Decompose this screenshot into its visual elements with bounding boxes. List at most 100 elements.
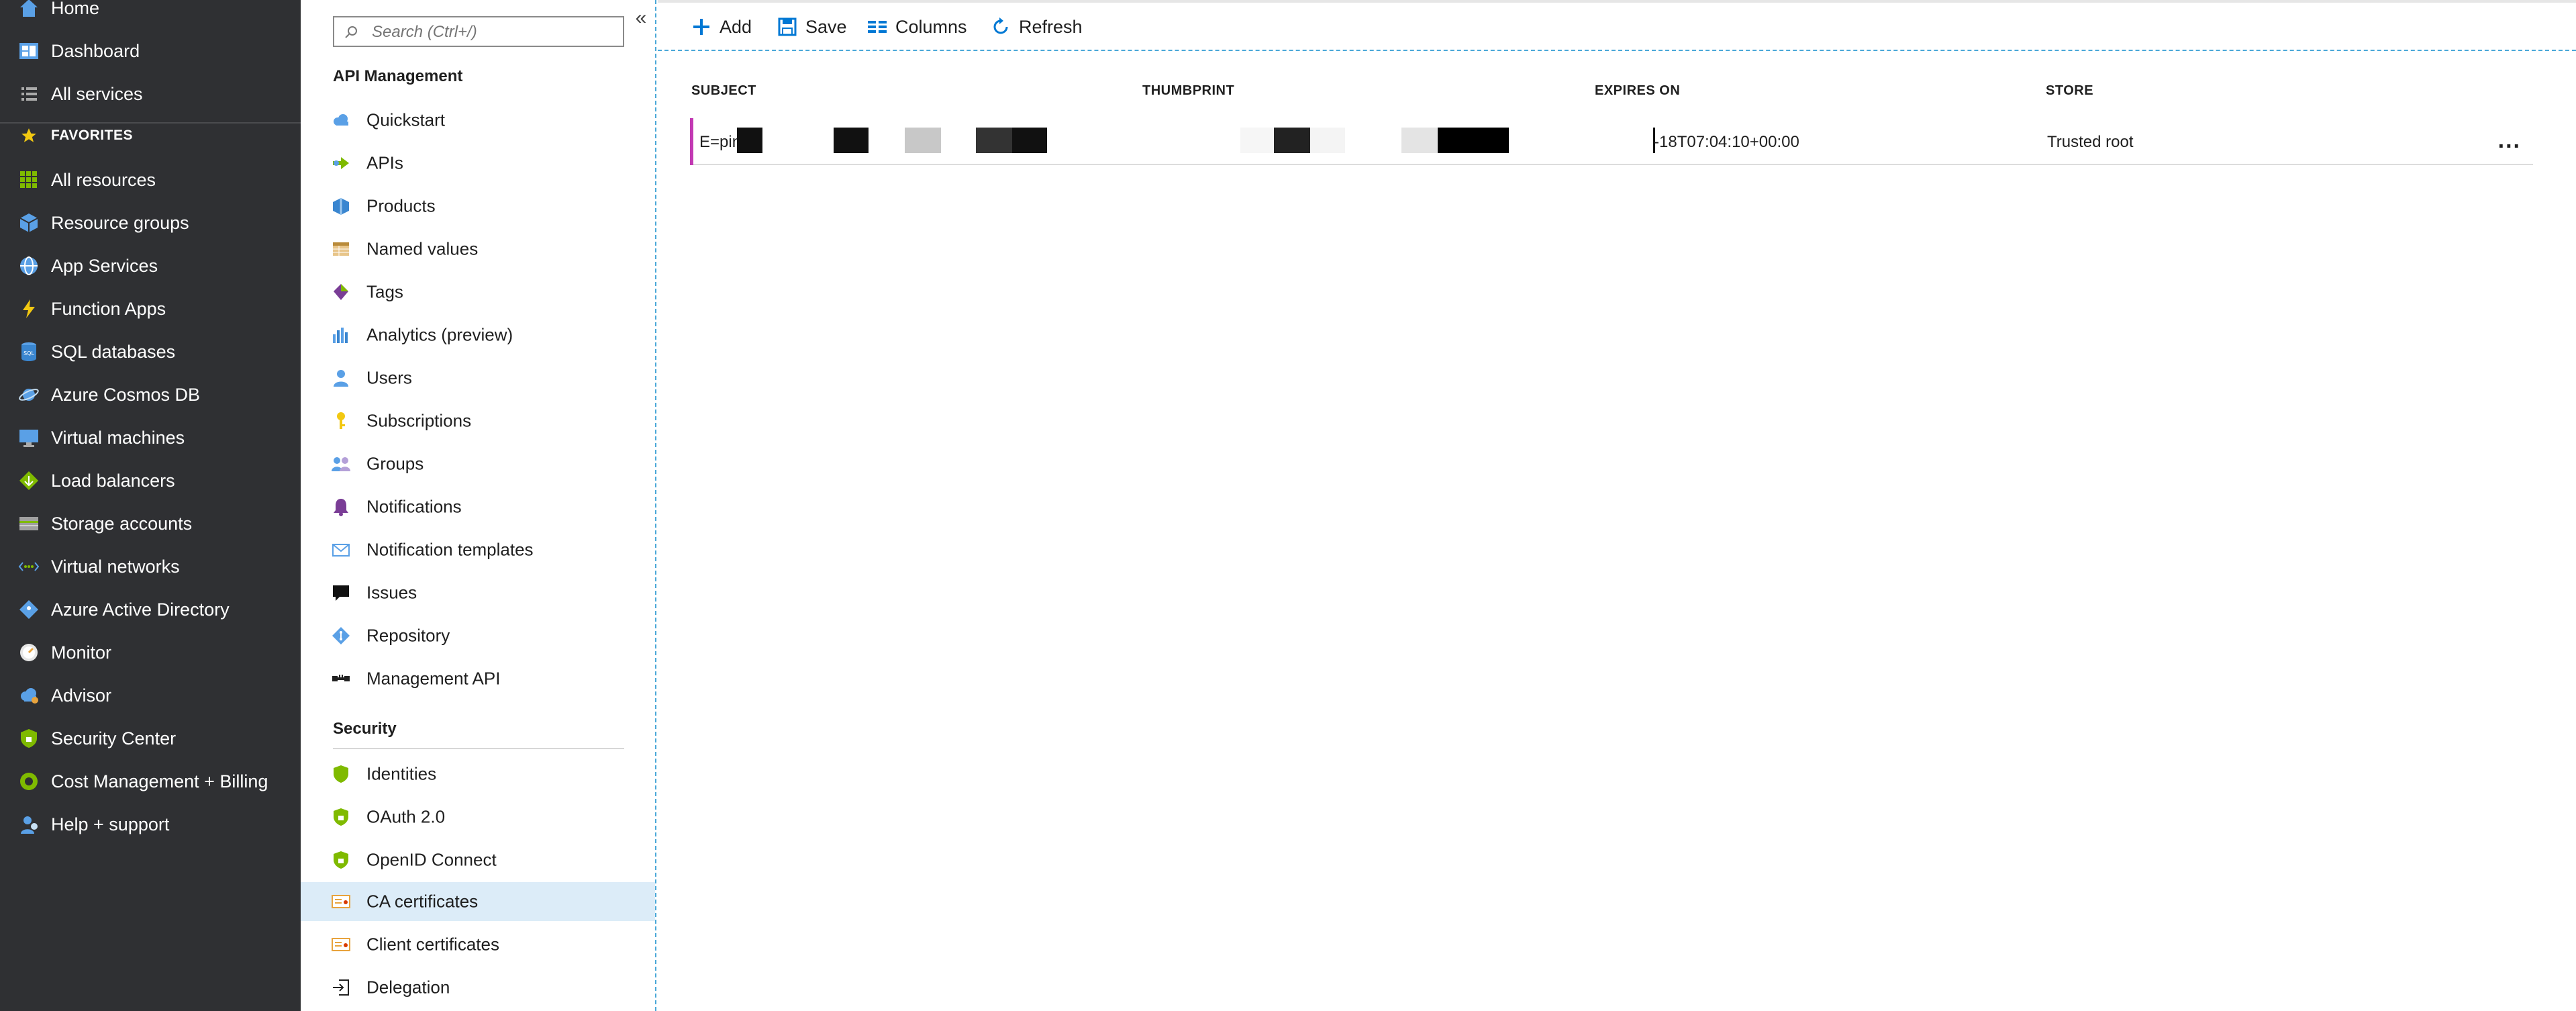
network-icon (16, 554, 42, 579)
redaction-block (1401, 128, 1438, 153)
resource-menu: « API Management Quickstart APIs Product… (301, 0, 656, 1011)
nav-item-help-support[interactable]: Help + support (0, 804, 301, 845)
menu-item-oauth[interactable]: OAuth 2.0 (301, 798, 655, 836)
menu-item-identities[interactable]: Identities (301, 755, 655, 793)
column-header-store[interactable]: STORE (2046, 83, 2093, 99)
nav-label: SQL databases (51, 341, 176, 362)
refresh-label: Refresh (1019, 16, 1083, 37)
nav-item-storage-accounts[interactable]: Storage accounts (0, 503, 301, 544)
directory-icon (16, 597, 42, 622)
nav-item-virtual-networks[interactable]: Virtual networks (0, 546, 301, 587)
database-icon: SQL (16, 339, 42, 365)
column-header-expires-on[interactable]: EXPIRES ON (1595, 83, 1680, 99)
menu-item-management-api[interactable]: Management API (301, 659, 655, 698)
section-divider (333, 748, 624, 749)
svg-text:SQL: SQL (23, 350, 34, 356)
nav-item-cosmos-db[interactable]: Azure Cosmos DB (0, 375, 301, 415)
refresh-icon (989, 15, 1012, 38)
cell-expires-on: -18T07:04:10+00:00 (1654, 133, 1799, 151)
menu-item-label: Issues (366, 582, 417, 603)
menu-item-label: Subscriptions (366, 410, 472, 431)
menu-item-users[interactable]: Users (301, 358, 655, 397)
nav-item-home[interactable]: Home (0, 0, 301, 28)
table-row[interactable]: E=ping -18T07:04:10+00:00 Trusted root .… (690, 118, 2533, 165)
nav-item-security-center[interactable]: Security Center (0, 718, 301, 759)
menu-item-groups[interactable]: Groups (301, 444, 655, 483)
nav-item-virtual-machines[interactable]: Virtual machines (0, 418, 301, 458)
cloud-icon (16, 683, 42, 708)
cell-store: Trusted root (2047, 133, 2134, 151)
bar-chart-icon (330, 324, 352, 346)
top-border (658, 0, 2576, 3)
nav-item-cost-management[interactable]: Cost Management + Billing (0, 761, 301, 802)
search-input[interactable] (372, 21, 613, 43)
section-header-security: Security (333, 720, 397, 738)
save-icon (776, 15, 799, 38)
columns-button[interactable]: Columns (866, 12, 967, 42)
menu-item-openid-connect[interactable]: OpenID Connect (301, 840, 655, 879)
menu-item-apis[interactable]: APIs (301, 144, 655, 183)
diamond-icon (16, 468, 42, 493)
nav-item-app-services[interactable]: App Services (0, 246, 301, 286)
nav-item-monitor[interactable]: Monitor (0, 632, 301, 673)
nav-label: Function Apps (51, 298, 166, 319)
menu-search-box[interactable] (333, 16, 624, 47)
nav-label: Home (51, 0, 100, 18)
user-icon (330, 367, 352, 389)
nav-item-advisor[interactable]: Advisor (0, 675, 301, 716)
signin-icon (330, 977, 352, 998)
nav-item-function-apps[interactable]: Function Apps (0, 289, 301, 329)
shield-icon (330, 806, 352, 828)
menu-item-subscriptions[interactable]: Subscriptions (301, 401, 655, 440)
nav-item-all-resources[interactable]: All resources (0, 160, 301, 200)
menu-item-repository[interactable]: Repository (301, 616, 655, 655)
nav-item-all-services[interactable]: All services (0, 74, 301, 114)
bell-icon (330, 496, 352, 518)
menu-item-named-values[interactable]: Named values (301, 230, 655, 269)
nav-item-azure-active-directory[interactable]: Azure Active Directory (0, 589, 301, 630)
menu-item-notification-templates[interactable]: Notification templates (301, 530, 655, 569)
menu-item-label: Groups (366, 453, 424, 474)
row-more-actions-button[interactable]: ... (2498, 128, 2521, 154)
nav-label: Storage accounts (51, 513, 193, 534)
column-header-thumbprint[interactable]: THUMBPRINT (1142, 83, 1234, 99)
star-icon (16, 123, 42, 148)
nav-label: Azure Cosmos DB (51, 384, 201, 405)
nav-item-dashboard[interactable]: Dashboard (0, 31, 301, 71)
nav-item-resource-groups[interactable]: Resource groups (0, 203, 301, 243)
nav-label: App Services (51, 255, 158, 276)
monitor-icon (16, 425, 42, 450)
menu-item-client-certificates[interactable]: Client certificates (301, 925, 655, 964)
grid-icon (16, 167, 42, 193)
menu-item-tags[interactable]: Tags (301, 273, 655, 311)
home-icon (16, 0, 42, 21)
collapse-menu-button[interactable]: « (631, 8, 651, 28)
nav-item-sql-databases[interactable]: SQL SQL databases (0, 332, 301, 372)
column-header-subject[interactable]: SUBJECT (691, 83, 756, 99)
menu-item-label: Delegation (366, 977, 450, 998)
add-button[interactable]: Add (690, 12, 752, 42)
refresh-button[interactable]: Refresh (989, 12, 1083, 42)
save-button[interactable]: Save (776, 12, 847, 42)
menu-item-products[interactable]: Products (301, 187, 655, 226)
shield-icon (330, 763, 352, 785)
arrow-icon (330, 152, 352, 174)
planet-icon (16, 382, 42, 407)
row-selection-indicator (690, 118, 693, 165)
menu-item-quickstart[interactable]: Quickstart (301, 101, 655, 140)
list-icon (16, 81, 42, 107)
cloud-icon (330, 109, 352, 131)
storage-icon (16, 511, 42, 536)
menu-item-ca-certificates[interactable]: CA certificates (301, 882, 655, 921)
menu-item-delegation[interactable]: Delegation (301, 968, 655, 1007)
menu-item-label: Management API (366, 668, 501, 689)
menu-item-label: Named values (366, 238, 479, 259)
menu-item-analytics[interactable]: Analytics (preview) (301, 316, 655, 354)
favorites-label: FAVORITES (51, 128, 133, 143)
connector-icon (330, 668, 352, 689)
diamond-icon (330, 625, 352, 646)
nav-item-load-balancers[interactable]: Load balancers (0, 461, 301, 501)
chat-icon (330, 582, 352, 604)
menu-item-issues[interactable]: Issues (301, 573, 655, 612)
menu-item-notifications[interactable]: Notifications (301, 487, 655, 526)
